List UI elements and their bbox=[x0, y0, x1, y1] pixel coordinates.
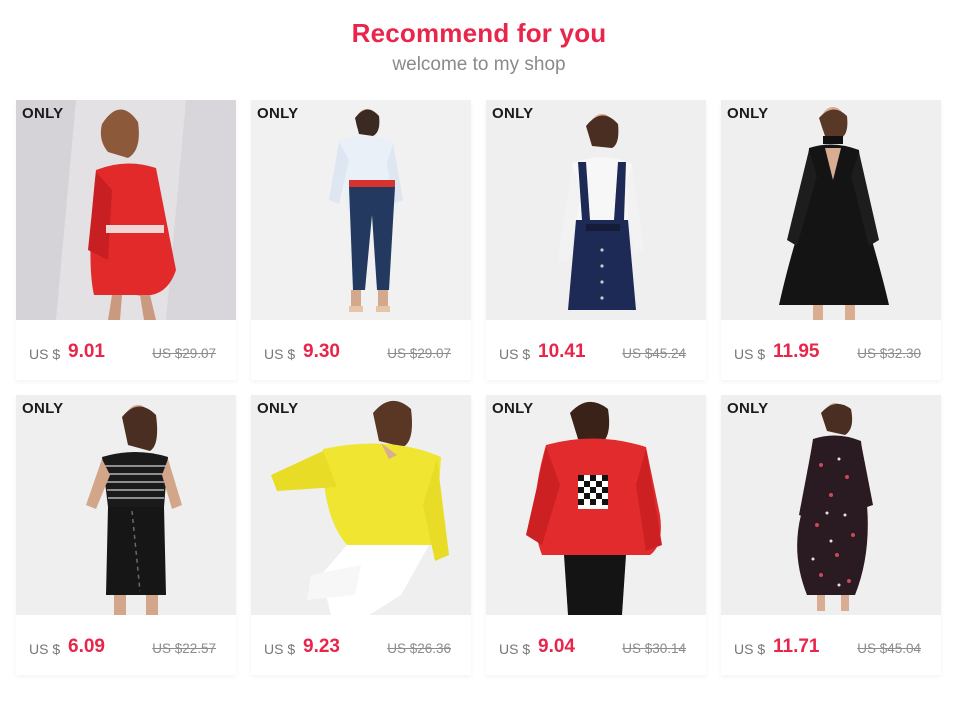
original-price: US $30.14 bbox=[622, 641, 686, 656]
brand-logo: ONLY bbox=[727, 400, 769, 417]
product-image[interactable]: ONLY bbox=[16, 395, 236, 615]
currency-label: US $ bbox=[499, 641, 531, 657]
brand-logo: ONLY bbox=[22, 105, 64, 122]
product-image[interactable]: ONLY bbox=[251, 100, 471, 320]
currency-label: US $ bbox=[264, 641, 296, 657]
sale-price: 9.23 bbox=[303, 636, 340, 657]
original-price: US $45.24 bbox=[622, 346, 686, 361]
sale-price: 9.01 bbox=[68, 341, 105, 362]
sale-price: 6.09 bbox=[68, 636, 105, 657]
product-card[interactable]: ONLY US $ 9.01 US $29.07 bbox=[16, 100, 236, 380]
brand-logo: ONLY bbox=[257, 400, 299, 417]
currency-label: US $ bbox=[29, 641, 61, 657]
product-card[interactable]: ONLY US $ 10.41 US $45.24 bbox=[486, 100, 706, 380]
price-row: US $ 9.23 US $26.36 bbox=[251, 615, 471, 675]
product-image[interactable]: ONLY bbox=[251, 395, 471, 615]
original-price: US $29.07 bbox=[152, 346, 216, 361]
sale-price: 9.30 bbox=[303, 341, 340, 362]
brand-logo: ONLY bbox=[492, 400, 534, 417]
product-card[interactable]: ONLY US $ 9.04 US $30.14 bbox=[486, 395, 706, 675]
currency-label: US $ bbox=[264, 346, 296, 362]
price-row: US $ 10.41 US $45.24 bbox=[486, 320, 706, 380]
product-card[interactable]: ONLY US $ 11.71 US $45.04 bbox=[721, 395, 941, 675]
price-row: US $ 11.71 US $45.04 bbox=[721, 615, 941, 675]
brand-logo: ONLY bbox=[727, 105, 769, 122]
sale-price: 9.04 bbox=[538, 636, 575, 657]
sale-price: 10.41 bbox=[538, 341, 586, 362]
original-price: US $45.04 bbox=[857, 641, 921, 656]
product-card[interactable]: ONLY US $ 9.30 US $29.07 bbox=[251, 100, 471, 380]
price-row: US $ 9.04 US $30.14 bbox=[486, 615, 706, 675]
sale-price: 11.95 bbox=[773, 341, 820, 362]
product-card[interactable]: ONLY US $ 11.95 US $32.30 bbox=[721, 100, 941, 380]
section-title: Recommend for you bbox=[351, 18, 607, 48]
original-price: US $32.30 bbox=[857, 346, 921, 361]
brand-logo: ONLY bbox=[492, 105, 534, 122]
currency-label: US $ bbox=[29, 346, 61, 362]
product-image[interactable]: ONLY bbox=[16, 100, 236, 320]
original-price: US $22.57 bbox=[152, 641, 216, 656]
original-price: US $29.07 bbox=[387, 346, 451, 361]
price-row: US $ 9.01 US $29.07 bbox=[16, 320, 236, 380]
price-row: US $ 11.95 US $32.30 bbox=[721, 320, 941, 380]
product-card[interactable]: ONLY US $ 6.09 US $22.57 bbox=[16, 395, 236, 675]
brand-logo: ONLY bbox=[257, 105, 299, 122]
price-row: US $ 9.30 US $29.07 bbox=[251, 320, 471, 380]
product-image[interactable]: ONLY bbox=[721, 100, 941, 320]
sale-price: 11.71 bbox=[773, 636, 820, 657]
product-card[interactable]: ONLY US $ 9.23 US $26.36 bbox=[251, 395, 471, 675]
brand-logo: ONLY bbox=[22, 400, 64, 417]
currency-label: US $ bbox=[734, 346, 766, 362]
section-subtitle: welcome to my shop bbox=[392, 54, 566, 75]
product-image[interactable]: ONLY bbox=[721, 395, 941, 615]
currency-label: US $ bbox=[734, 641, 766, 657]
product-image[interactable]: ONLY bbox=[486, 395, 706, 615]
price-row: US $ 6.09 US $22.57 bbox=[16, 615, 236, 675]
original-price: US $26.36 bbox=[387, 641, 451, 656]
product-grid: ONLY US $ 9.01 US $29.07 ONLY US $ 9.30 … bbox=[16, 100, 942, 680]
currency-label: US $ bbox=[499, 346, 531, 362]
product-image[interactable]: ONLY bbox=[486, 100, 706, 320]
